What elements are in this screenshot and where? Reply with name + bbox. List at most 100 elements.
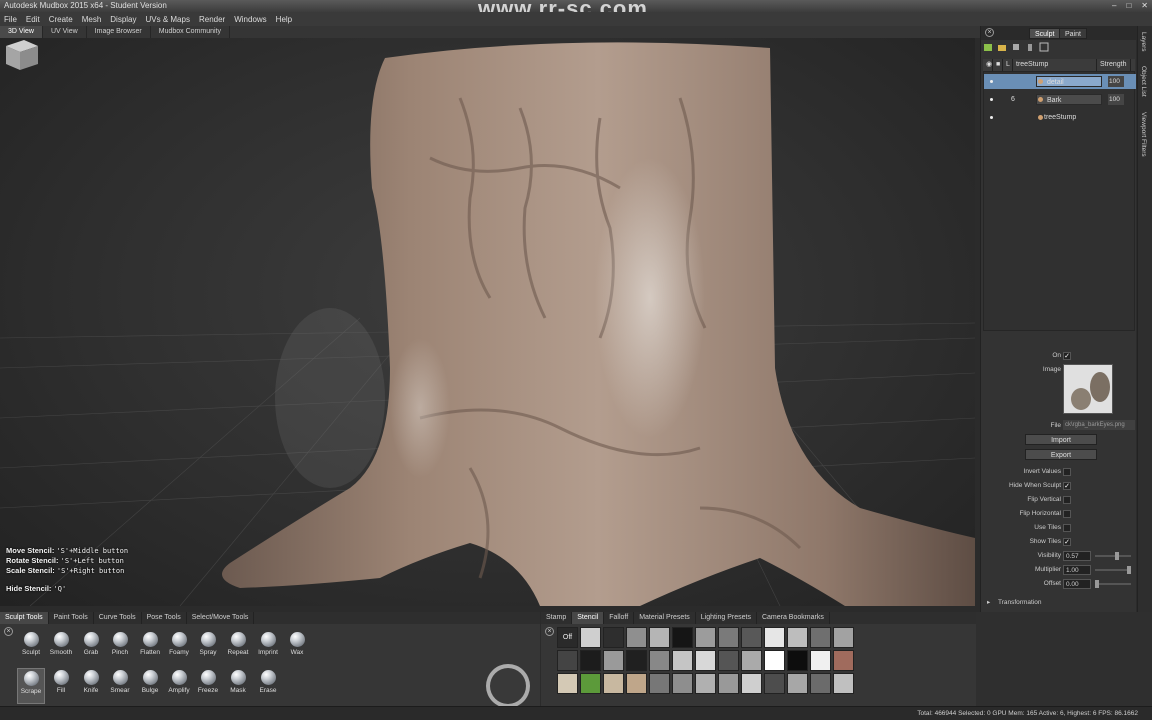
tab-uv-view[interactable]: UV View <box>43 26 87 38</box>
menu-render[interactable]: Render <box>199 15 225 24</box>
menu-windows[interactable]: Windows <box>234 15 266 24</box>
tab-stencil[interactable]: Stencil <box>572 612 605 624</box>
tool-mask[interactable]: Mask <box>224 668 252 704</box>
menu-edit[interactable]: Edit <box>26 15 40 24</box>
menu-uvs-maps[interactable]: UVs & Maps <box>146 15 190 24</box>
tab-camera-bookmarks[interactable]: Camera Bookmarks <box>757 612 830 624</box>
tab-sculpt-tools[interactable]: Sculpt Tools <box>0 612 49 624</box>
stencil-swatch[interactable] <box>649 627 670 648</box>
stencil-swatch[interactable] <box>580 627 601 648</box>
stencil-swatch[interactable] <box>764 650 785 671</box>
tool-fill[interactable]: Fill <box>47 668 75 704</box>
stencil-swatch[interactable] <box>741 627 762 648</box>
tab-sculpt[interactable]: Sculpt <box>1029 28 1061 39</box>
import-button[interactable]: Import <box>1025 434 1097 445</box>
visibility-field[interactable]: 0.57 <box>1063 551 1091 561</box>
close-icon[interactable]: ✕ <box>1141 0 1148 12</box>
tab-pose-tools[interactable]: Pose Tools <box>142 612 187 624</box>
tool-freeze[interactable]: Freeze <box>194 668 222 704</box>
stencil-swatch[interactable] <box>764 673 785 694</box>
stencil-swatch[interactable] <box>672 673 693 694</box>
tool-imprint[interactable]: Imprint <box>254 630 282 666</box>
close-stencil-tray-icon[interactable]: × <box>545 627 554 636</box>
layer-name[interactable]: detail <box>1036 76 1102 87</box>
tool-repeat[interactable]: Repeat <box>224 630 252 666</box>
close-tray-icon[interactable]: × <box>4 627 13 636</box>
delete-layer-icon[interactable] <box>1025 42 1035 52</box>
stencil-off-swatch[interactable]: Off <box>557 627 578 648</box>
menu-help[interactable]: Help <box>276 15 292 24</box>
tool-sculpt[interactable]: Sculpt <box>17 630 45 666</box>
view-cube-icon[interactable] <box>0 38 40 72</box>
tool-pinch[interactable]: Pinch <box>106 630 134 666</box>
stencil-swatch[interactable] <box>649 673 670 694</box>
menu-create[interactable]: Create <box>49 15 73 24</box>
stencil-swatch[interactable] <box>810 627 831 648</box>
stencil-swatch[interactable] <box>580 673 601 694</box>
tab-paint-tools[interactable]: Paint Tools <box>49 612 94 624</box>
menu-display[interactable]: Display <box>110 15 136 24</box>
stencil-swatch[interactable] <box>718 627 739 648</box>
tab-select-move-tools[interactable]: Select/Move Tools <box>187 612 255 624</box>
tab-lighting-presets[interactable]: Lighting Presets <box>696 612 757 624</box>
export-button[interactable]: Export <box>1025 449 1097 460</box>
stencil-swatch[interactable] <box>741 650 762 671</box>
eye-icon[interactable] <box>990 98 993 101</box>
file-path-field[interactable]: ck\rgba_barkEyes.png <box>1063 420 1135 430</box>
tool-wax[interactable]: Wax <box>283 630 311 666</box>
layer-options-icon[interactable] <box>1039 42 1049 52</box>
maximize-icon[interactable]: □ <box>1126 0 1131 12</box>
stencil-swatch[interactable] <box>695 673 716 694</box>
tool-foamy[interactable]: Foamy <box>165 630 193 666</box>
stencil-swatch[interactable] <box>787 650 808 671</box>
menu-file[interactable]: File <box>4 15 17 24</box>
tab-stamp[interactable]: Stamp <box>541 612 573 624</box>
show-tiles-checkbox[interactable]: ✓ <box>1063 538 1071 546</box>
layer-row-bark[interactable]: 6 Bark 100 <box>984 92 1136 107</box>
invert-values-checkbox[interactable] <box>1063 468 1071 476</box>
tool-scrape[interactable]: Scrape <box>17 668 45 704</box>
stencil-swatch[interactable] <box>672 650 693 671</box>
tab-paint[interactable]: Paint <box>1059 28 1087 39</box>
side-tab-layers[interactable]: Layers <box>1140 32 1147 52</box>
multiplier-field[interactable]: 1.00 <box>1063 565 1091 575</box>
stencil-swatch[interactable] <box>810 650 831 671</box>
layer-row-detail[interactable]: detail 100 <box>984 74 1136 89</box>
tab-mudbox-community[interactable]: Mudbox Community <box>151 26 230 38</box>
stencil-image-thumbnail[interactable] <box>1063 364 1113 414</box>
stencil-swatch[interactable] <box>718 650 739 671</box>
hide-when-sculpt-checkbox[interactable]: ✓ <box>1063 482 1071 490</box>
new-folder-icon[interactable] <box>997 42 1007 52</box>
layer-strength[interactable]: 100 <box>1108 76 1124 87</box>
tool-erase[interactable]: Erase <box>254 668 282 704</box>
layer-row-base[interactable]: treeStump <box>984 110 1136 125</box>
layer-strength[interactable]: 100 <box>1108 94 1124 105</box>
stencil-swatch[interactable] <box>787 673 808 694</box>
stencil-swatch[interactable] <box>833 627 854 648</box>
tab-material-presets[interactable]: Material Presets <box>634 612 696 624</box>
stencil-swatch[interactable] <box>603 673 624 694</box>
expand-arrow-icon[interactable]: ▸ <box>987 597 990 609</box>
stencil-swatch[interactable] <box>626 627 647 648</box>
stencil-swatch[interactable] <box>833 650 854 671</box>
transformation-section[interactable]: ▸ Transformation <box>981 597 1137 609</box>
stencil-swatch[interactable] <box>718 673 739 694</box>
stencil-swatch[interactable] <box>764 627 785 648</box>
stencil-swatch[interactable] <box>741 673 762 694</box>
use-tiles-checkbox[interactable] <box>1063 524 1071 532</box>
tab-falloff[interactable]: Falloff <box>604 612 635 624</box>
stencil-swatch[interactable] <box>557 650 578 671</box>
tool-grab[interactable]: Grab <box>77 630 105 666</box>
tool-bulge[interactable]: Bulge <box>136 668 164 704</box>
tool-flatten[interactable]: Flatten <box>136 630 164 666</box>
minimize-icon[interactable]: – <box>1112 0 1116 12</box>
tool-knife[interactable]: Knife <box>77 668 105 704</box>
stencil-swatch[interactable] <box>649 650 670 671</box>
close-panel-icon[interactable]: × <box>985 28 994 37</box>
side-tab-object-list[interactable]: Object List <box>1140 66 1147 97</box>
tool-smooth[interactable]: Smooth <box>47 630 75 666</box>
stencil-swatch[interactable] <box>557 673 578 694</box>
stencil-swatch[interactable] <box>810 673 831 694</box>
stencil-swatch[interactable] <box>695 650 716 671</box>
stencil-swatch[interactable] <box>626 650 647 671</box>
